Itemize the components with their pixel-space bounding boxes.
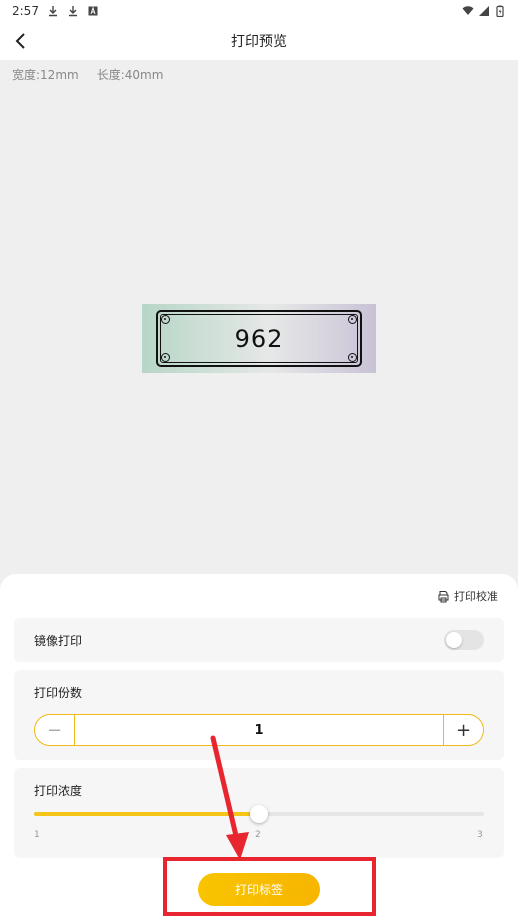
printer-icon [438, 590, 449, 602]
label-width: 宽度:12mm [12, 68, 79, 82]
page-title: 打印预览 [231, 34, 287, 50]
status-time: 2:57 [12, 4, 39, 18]
print-settings-sheet: 打印校准 镜像打印 打印份数 − 1 + 打印浓度 1 2 3 打印标签 [0, 574, 518, 920]
copies-card: 打印份数 − 1 + [14, 670, 504, 760]
mirror-print-label: 镜像打印 [34, 633, 83, 648]
density-tick-2: 2 [255, 830, 261, 840]
increment-button[interactable]: + [443, 715, 483, 745]
calibration-label: 打印校准 [454, 590, 498, 603]
a-notification-icon [88, 6, 98, 16]
label-dimensions: 宽度:12mm 长度:40mm [12, 66, 163, 83]
toggle-knob [446, 632, 462, 648]
download-icon [48, 6, 57, 17]
decrement-button[interactable]: − [35, 715, 75, 745]
label-text: 962 [234, 325, 284, 353]
mirror-print-toggle[interactable] [444, 630, 484, 650]
battery-icon [496, 5, 504, 17]
download-icon [68, 6, 77, 17]
status-bar: 2:57 [0, 0, 518, 22]
density-card: 打印浓度 1 2 3 [14, 768, 504, 858]
copies-label: 打印份数 [34, 686, 83, 700]
screw-icon [161, 315, 170, 324]
density-tick-3: 3 [477, 830, 483, 840]
label-preview: 962 [142, 304, 376, 373]
density-slider-fill [34, 812, 259, 816]
screw-icon [161, 353, 170, 362]
calibration-button[interactable]: 打印校准 [437, 588, 498, 604]
density-label: 打印浓度 [34, 784, 83, 798]
label-length: 长度:40mm [96, 68, 164, 82]
chevron-left-icon [15, 33, 25, 49]
screw-icon [348, 315, 357, 324]
print-label-button[interactable]: 打印标签 [198, 873, 320, 906]
nav-bar: 打印预览 [0, 22, 518, 60]
back-button[interactable] [8, 28, 34, 54]
signal-icon [479, 6, 489, 16]
wifi-icon [462, 6, 474, 15]
screw-icon [348, 353, 357, 362]
copies-value[interactable]: 1 [75, 723, 443, 738]
density-slider-thumb[interactable] [250, 805, 268, 823]
density-slider[interactable] [34, 805, 484, 823]
mirror-print-row: 镜像打印 [14, 618, 504, 662]
copies-stepper: − 1 + [34, 714, 484, 746]
density-tick-1: 1 [34, 830, 40, 840]
label-frame: 962 [156, 310, 362, 367]
